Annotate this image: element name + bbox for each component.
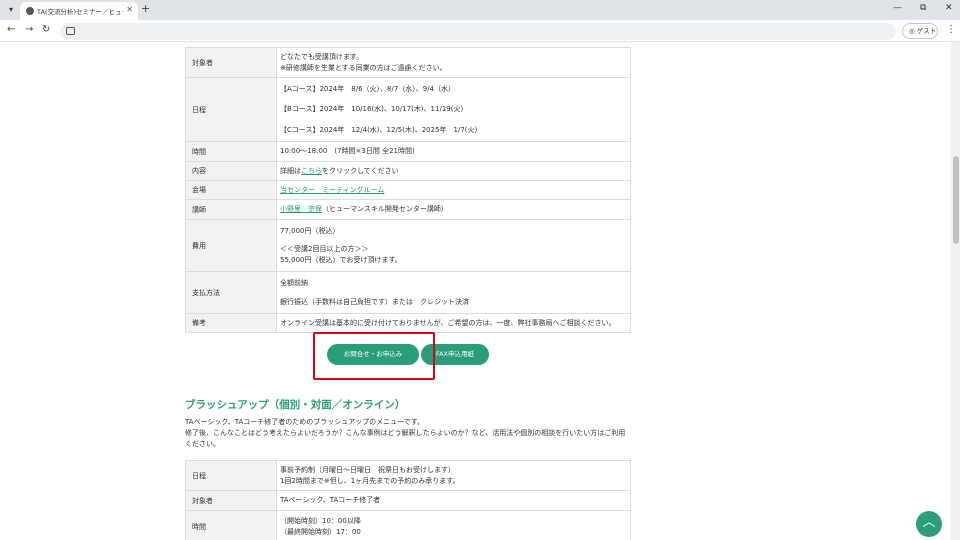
row-label: 時間 <box>185 141 277 162</box>
profile-label: ゲスト <box>916 27 937 35</box>
active-tab[interactable]: TA(交流分析)セミナー／ヒューマンスキ ✕ <box>20 2 138 20</box>
profile-button[interactable]: ◎ ゲスト <box>902 23 938 39</box>
reload-icon[interactable]: ↻ <box>42 24 50 35</box>
row-value: 詳細はこちらをクリックしてください <box>276 161 631 181</box>
seminar-info-table: 対象者 どなたでも受講頂けます。 ※研修講師を生業とする同業の方はご遠慮ください… <box>185 47 631 333</box>
table-row: 時間 （開始時刻）10：00以降 （最終開始時刻）17：00 <box>185 510 631 540</box>
tab-bar: ▾ TA(交流分析)セミナー／ヒューマンスキ ✕ + — ⧉ ✕ <box>0 0 960 20</box>
row-value: （開始時刻）10：00以降 （最終開始時刻）17：00 <box>276 510 631 540</box>
restore-button[interactable]: ⧉ <box>920 3 926 13</box>
instructor-link[interactable]: 小野里 宗保 <box>280 205 322 213</box>
table-row: 講師 小野里 宗保（ヒューマンスキル開発センター講師） <box>185 199 631 220</box>
value-suffix: （ヒューマンスキル開発センター講師） <box>322 205 448 214</box>
value-line: 【Cコース】2024年 12/4(水)、12/5(木)、2025年 1/7(火) <box>280 125 478 134</box>
table-row: 日程 事前予約制（月曜日～日曜日 祝祭日もお受けします） 1回2時間まで※但し、… <box>185 460 631 491</box>
table-row: 費用 77,000円（税込） ＜＜受講2回目以上の方＞＞ 55,000円（税込）… <box>185 219 631 272</box>
tab-close-icon[interactable]: ✕ <box>126 5 133 14</box>
table-row: 対象者 TAベーシック、TAコーチ修了者 <box>185 490 631 511</box>
value-line: 【Bコース】2024年 10/16(水)、10/17(木)、11/19(火) <box>280 105 464 114</box>
brushup-info-table: 日程 事前予約制（月曜日～日曜日 祝祭日もお受けします） 1回2時間まで※但し、… <box>185 460 631 540</box>
value-line: 1回2時間まで※但し、1ヶ月先までの予約のみ承ります。 <box>280 476 460 485</box>
row-label: 対象者 <box>185 47 277 78</box>
section-intro: TAベーシック、TAコーチ修了者のためのブラッシュアップのメニューです。 修了後… <box>185 417 631 450</box>
table-row: 会場 当センター ミーティングルーム <box>185 180 631 200</box>
row-label: 支払方法 <box>185 271 277 314</box>
close-window-button[interactable]: ✕ <box>945 3 953 13</box>
site-info-icon[interactable] <box>66 27 75 35</box>
row-label: 備考 <box>185 313 277 333</box>
value-line: 77,000円（税込） <box>280 227 340 236</box>
back-arrow-icon[interactable]: ← <box>7 24 15 35</box>
value-line: 全額前納 <box>280 279 308 288</box>
row-value: 全額前納 銀行振込（手数料は自己負担です）または クレジット決済 <box>276 271 631 314</box>
row-value: TAベーシック、TAコーチ修了者 <box>276 490 631 511</box>
highlight-box <box>313 332 435 380</box>
intro-line: 修了後、こんなことはどう考えたらよいだろうか？こんな事例はどう解釈したらよいのか… <box>185 428 626 448</box>
row-label: 日程 <box>185 77 277 142</box>
row-value: 当センター ミーティングルーム <box>276 180 631 200</box>
minimize-button[interactable]: — <box>893 3 902 13</box>
tab-search-icon[interactable]: ▾ <box>4 3 18 17</box>
scrollbar-thumb[interactable] <box>953 156 959 244</box>
value-line: 銀行振込（手数料は自己負担です）または クレジット決済 <box>280 297 469 306</box>
value-line: 【Aコース】2024年 8/6（火）、8/7（水）、9/4（水） <box>280 85 456 94</box>
page-content: 対象者 どなたでも受講頂けます。 ※研修講師を生業とする同業の方はご遠慮ください… <box>0 42 960 540</box>
row-value: 77,000円（税込） ＜＜受講2回目以上の方＞＞ 55,000円（税込）でお受… <box>276 219 631 272</box>
new-tab-button[interactable]: + <box>141 2 150 15</box>
row-value: 【Aコース】2024年 8/6（火）、8/7（水）、9/4（水） 【Bコース】2… <box>276 77 631 142</box>
table-row: 備考 オンライン受講は基本的に受け付けておりませんが、ご希望の方は、一度、弊社事… <box>185 313 631 333</box>
table-row: 対象者 どなたでも受講頂けます。 ※研修講師を生業とする同業の方はご遠慮ください… <box>185 47 631 78</box>
row-label: 対象者 <box>185 490 277 511</box>
value-line: （最終開始時刻）17：00 <box>280 527 361 536</box>
row-value: 小野里 宗保（ヒューマンスキル開発センター講師） <box>276 199 631 220</box>
value-line: ＜＜受講2回目以上の方＞＞ <box>280 245 369 254</box>
intro-line: TAベーシック、TAコーチ修了者のためのブラッシュアップのメニューです。 <box>185 418 425 426</box>
forward-arrow-icon[interactable]: → <box>25 24 33 35</box>
row-label: 時間 <box>185 510 277 540</box>
row-label: 費用 <box>185 219 277 272</box>
row-value: 10:00～18:00 (7時間×3日間 全21時間) <box>276 141 631 162</box>
table-row: 支払方法 全額前納 銀行振込（手数料は自己負担です）または クレジット決済 <box>185 271 631 314</box>
row-label: 日程 <box>185 460 277 491</box>
value-line: （開始時刻）10：00以降 <box>280 517 361 526</box>
tab-title: TA(交流分析)セミナー／ヒューマンスキ <box>37 8 123 16</box>
row-label: 講師 <box>185 199 277 220</box>
value-suffix: をクリックしてください <box>322 166 399 175</box>
back-to-top-button[interactable]: ︿ <box>916 511 942 537</box>
row-value: 事前予約制（月曜日～日曜日 祝祭日もお受けします） 1回2時間まで※但し、1ヶ月… <box>276 460 631 491</box>
venue-link[interactable]: 当センター ミーティングルーム <box>280 186 384 194</box>
value-prefix: 詳細は <box>280 166 301 175</box>
menu-kebab-icon[interactable]: ⋮ <box>946 24 956 35</box>
section-title: ブラッシュアップ（個別・対面／オンライン） <box>185 399 406 411</box>
value-line: 55,000円（税込）でお受け頂けます。 <box>280 255 402 264</box>
address-bar[interactable] <box>60 23 896 40</box>
value-line: ※研修講師を生業とする同業の方はご遠慮ください。 <box>280 63 447 72</box>
row-value: どなたでも受講頂けます。 ※研修講師を生業とする同業の方はご遠慮ください。 <box>276 47 631 78</box>
table-row: 内容 詳細はこちらをクリックしてください <box>185 161 631 181</box>
value-line: どなたでも受講頂けます。 <box>280 53 364 62</box>
details-link[interactable]: こちら <box>301 167 322 175</box>
profile-icon: ◎ <box>909 27 915 35</box>
table-row: 時間 10:00～18:00 (7時間×3日間 全21時間) <box>185 141 631 162</box>
browser-toolbar: ← → ↻ ◎ ゲスト ⋮ <box>0 20 960 42</box>
favicon-icon <box>26 7 34 15</box>
chevron-up-icon: ︿ <box>922 515 936 530</box>
row-value: オンライン受講は基本的に受け付けておりませんが、ご希望の方は、一度、弊社事務局へ… <box>276 313 631 333</box>
table-row: 日程 【Aコース】2024年 8/6（火）、8/7（水）、9/4（水） 【Bコー… <box>185 77 631 142</box>
row-label: 会場 <box>185 180 277 200</box>
value-line: 事前予約制（月曜日～日曜日 祝祭日もお受けします） <box>280 466 455 475</box>
scrollbar[interactable] <box>951 42 960 540</box>
row-label: 内容 <box>185 161 277 181</box>
